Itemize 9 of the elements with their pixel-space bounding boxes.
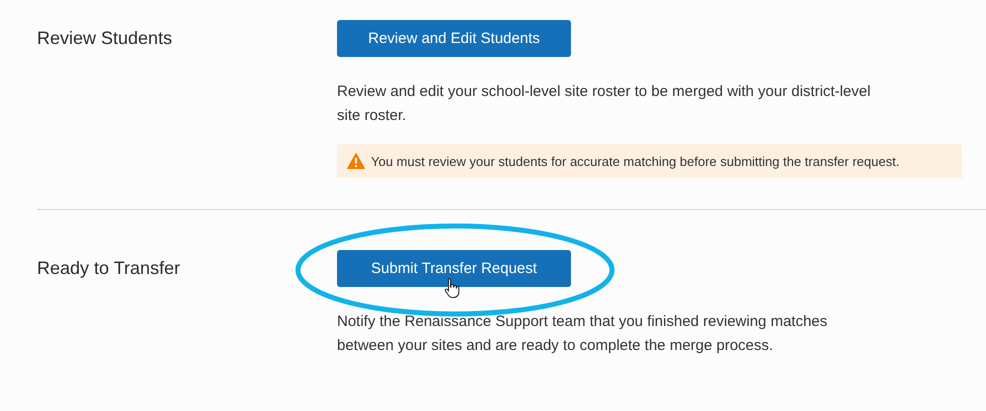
section-label: Ready to Transfer	[37, 258, 182, 280]
action-button[interactable]: Submit Transfer Request	[337, 250, 571, 287]
action-button[interactable]: Review and Edit Students	[337, 20, 571, 57]
section-label: Review Students	[37, 28, 174, 50]
warning-icon	[347, 153, 365, 169]
warning-text: You must review your students for accurate matching before submitting the transfer request.	[371, 154, 900, 168]
description-text: Notify the Renaissance Support team that you finished reviewing matches between your sites and are ready to complete the merge process.	[337, 312, 828, 356]
hand-cursor-icon	[444, 277, 460, 299]
description-text: Review and edit your school-level site roster to be merged with your district-level site roster.	[337, 82, 872, 126]
